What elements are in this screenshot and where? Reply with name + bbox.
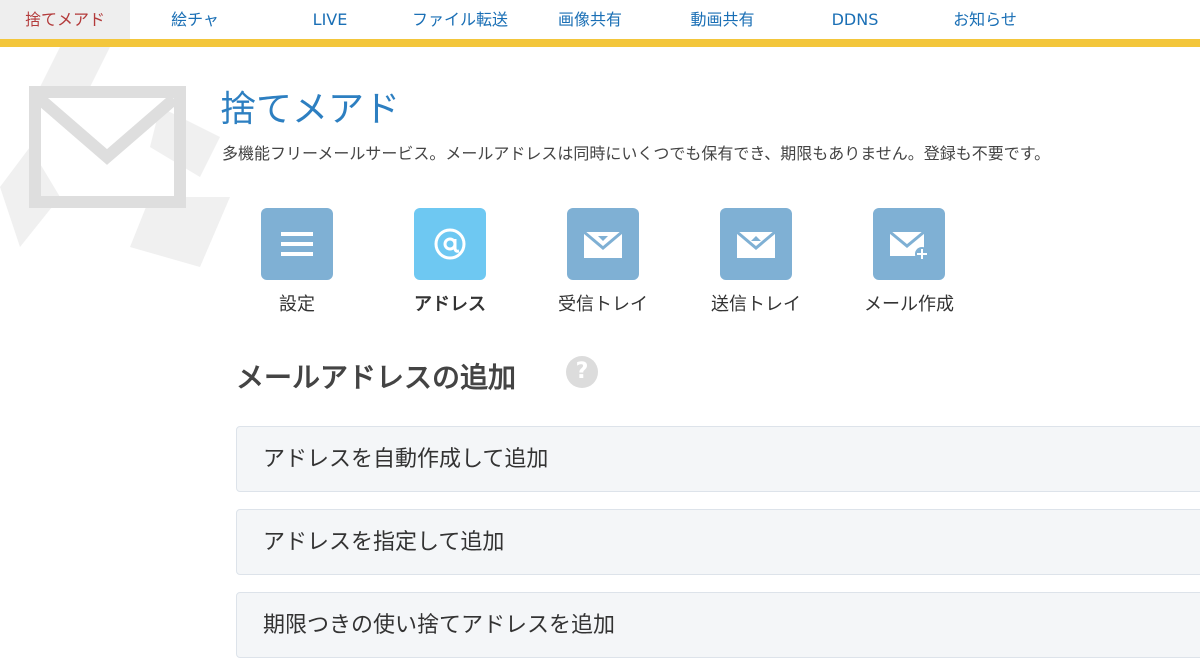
section-title: メールアドレスの追加 (236, 361, 517, 394)
sent-envelope-icon (720, 208, 792, 280)
menu-item-label: 受信トレイ (558, 294, 648, 315)
nav-item-ddns[interactable]: DDNS (815, 0, 895, 39)
add-disposable-address-option[interactable]: 期限つきの使い捨てアドレスを追加 (236, 592, 1200, 658)
menu-item-compose[interactable]: メール作成 (854, 208, 964, 316)
nav-item-image-share[interactable]: 画像共有 (545, 0, 635, 39)
menu-lines-icon (261, 208, 333, 280)
menu-item-settings[interactable]: 設定 (242, 208, 352, 316)
nav-item-file-transfer[interactable]: ファイル転送 (400, 0, 520, 39)
add-auto-address-option[interactable]: アドレスを自動作成して追加 (236, 426, 1200, 492)
menu-item-label: 設定 (279, 294, 315, 315)
nav-item-live[interactable]: LIVE (290, 0, 370, 39)
help-question-icon[interactable]: ? (566, 356, 598, 388)
menu-item-label: アドレス (414, 294, 486, 315)
page-description: 多機能フリーメールサービス。メールアドレスは同時にいくつでも保有でき、期限もあり… (222, 144, 1051, 163)
recycle-envelope-logo-icon (0, 47, 230, 267)
inbox-envelope-icon (567, 208, 639, 280)
at-sign-icon (414, 208, 486, 280)
nav-item-news[interactable]: お知らせ (945, 0, 1025, 39)
menu-item-label: 送信トレイ (711, 294, 801, 315)
compose-envelope-icon (873, 208, 945, 280)
menu-item-address[interactable]: アドレス (395, 208, 505, 316)
page-title: 捨てメアド (220, 89, 401, 130)
menu-item-label: メール作成 (864, 294, 954, 315)
nav-item-sutemeado[interactable]: 捨てメアド (0, 0, 130, 39)
top-nav: 捨てメアド 絵チャ LIVE ファイル転送 画像共有 動画共有 DDNS お知ら… (0, 0, 1200, 47)
add-specified-address-option[interactable]: アドレスを指定して追加 (236, 509, 1200, 575)
nav-item-video-share[interactable]: 動画共有 (675, 0, 770, 39)
menu-item-sent[interactable]: 送信トレイ (701, 208, 811, 316)
nav-item-echa[interactable]: 絵チャ (150, 0, 240, 39)
menu-item-inbox[interactable]: 受信トレイ (548, 208, 658, 316)
accent-bar (0, 39, 1200, 47)
